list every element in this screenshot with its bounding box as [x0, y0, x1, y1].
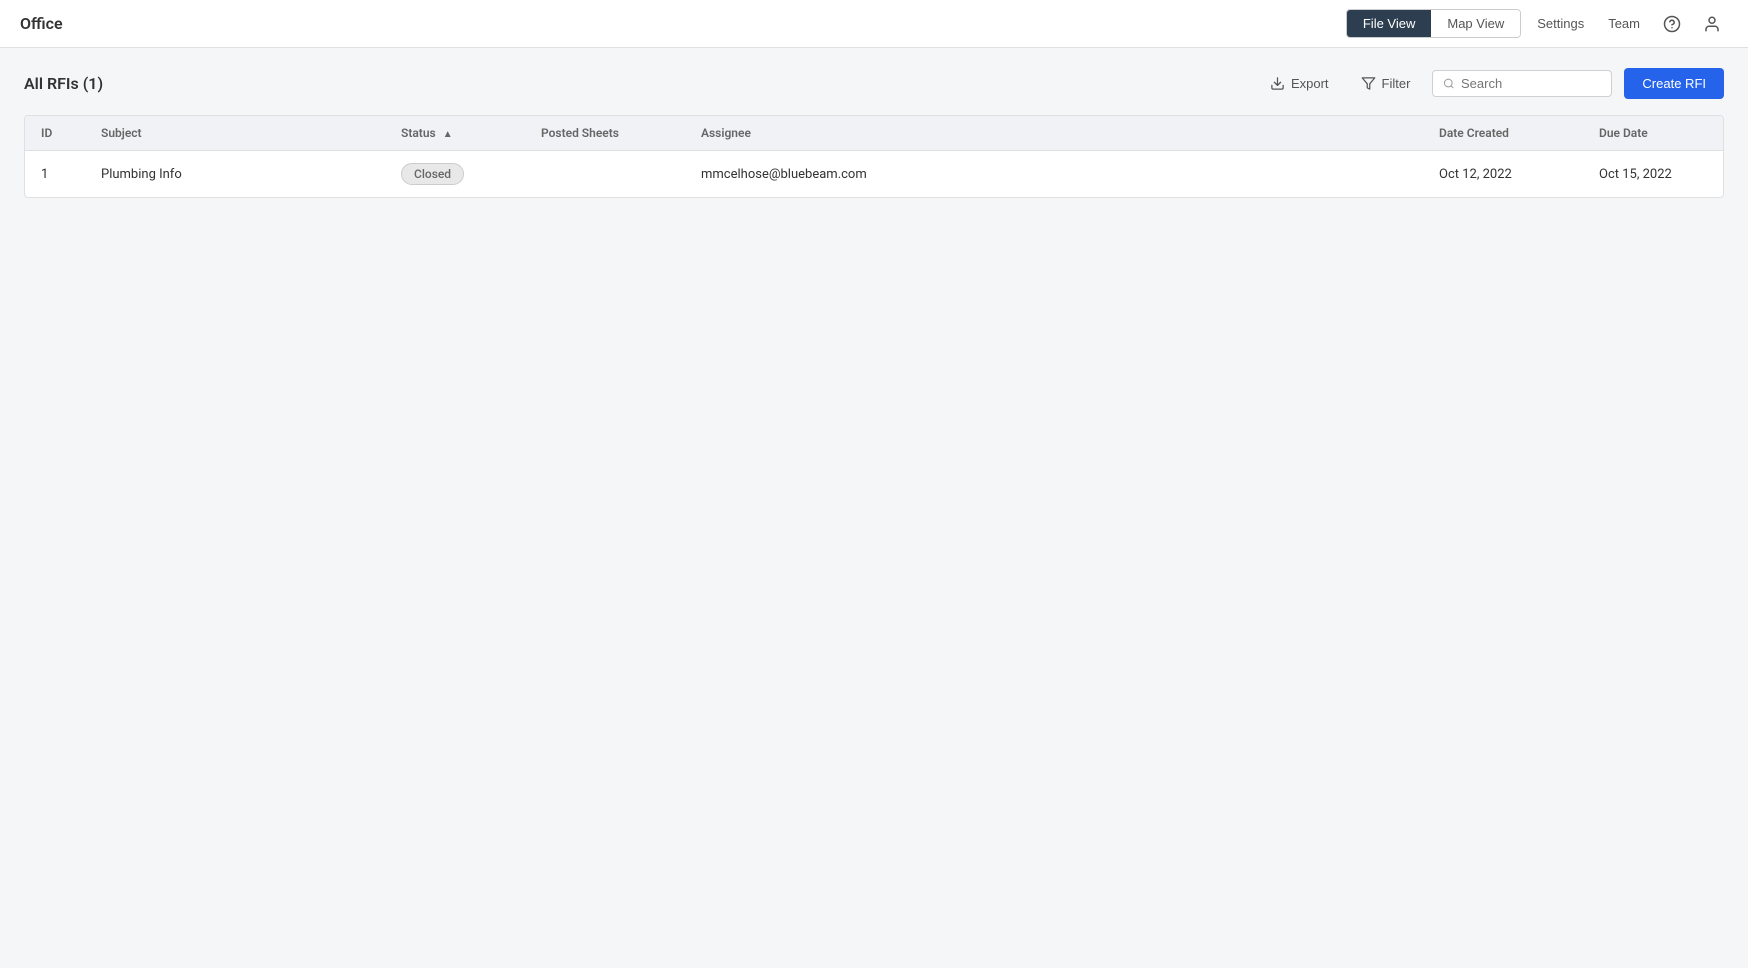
filter-icon	[1361, 76, 1376, 91]
rfi-table: ID Subject Status ▲ Posted Sheets Assign…	[25, 116, 1723, 197]
file-view-button[interactable]: File View	[1347, 10, 1432, 37]
rfi-table-container: ID Subject Status ▲ Posted Sheets Assign…	[24, 115, 1724, 198]
search-input[interactable]	[1461, 76, 1601, 91]
col-header-assignee: Assignee	[685, 116, 1423, 151]
sort-ascending-icon: ▲	[443, 129, 453, 140]
export-label: Export	[1291, 76, 1329, 91]
col-header-posted-sheets: Posted Sheets	[525, 116, 685, 151]
header-row: ID Subject Status ▲ Posted Sheets Assign…	[25, 116, 1723, 151]
nav-right: File View Map View Settings Team	[1346, 8, 1728, 40]
col-header-id: ID	[25, 116, 85, 151]
status-badge: Closed	[401, 163, 464, 185]
view-toggle: File View Map View	[1346, 9, 1521, 38]
export-icon	[1270, 76, 1285, 91]
cell-date-created: Oct 12, 2022	[1423, 151, 1583, 198]
map-view-button[interactable]: Map View	[1431, 10, 1520, 37]
page-header: All RFIs (1) Export Filter	[24, 68, 1724, 99]
filter-label: Filter	[1382, 76, 1411, 91]
col-header-due-date: Due Date	[1583, 116, 1723, 151]
cell-subject: Plumbing Info	[85, 151, 385, 198]
col-header-subject: Subject	[85, 116, 385, 151]
table-body: 1 Plumbing Info Closed mmcelhose@bluebea…	[25, 151, 1723, 198]
col-header-date-created: Date Created	[1423, 116, 1583, 151]
top-nav: Office File View Map View Settings Team	[0, 0, 1748, 48]
help-icon	[1663, 15, 1681, 33]
user-icon-button[interactable]	[1696, 8, 1728, 40]
help-icon-button[interactable]	[1656, 8, 1688, 40]
table-row[interactable]: 1 Plumbing Info Closed mmcelhose@bluebea…	[25, 151, 1723, 198]
search-icon	[1443, 77, 1455, 90]
col-header-status[interactable]: Status ▲	[385, 116, 525, 151]
page-actions: Export Filter Create RFI	[1260, 68, 1724, 99]
team-link[interactable]: Team	[1600, 16, 1648, 31]
search-box	[1432, 70, 1612, 97]
cell-status: Closed	[385, 151, 525, 198]
cell-due-date: Oct 15, 2022	[1583, 151, 1723, 198]
filter-button[interactable]: Filter	[1351, 70, 1421, 97]
table-header: ID Subject Status ▲ Posted Sheets Assign…	[25, 116, 1723, 151]
user-icon	[1703, 15, 1721, 33]
settings-link[interactable]: Settings	[1529, 16, 1592, 31]
page-title: All RFIs (1)	[24, 74, 103, 93]
nav-left: Office	[20, 14, 63, 33]
app-title: Office	[20, 14, 63, 33]
cell-posted-sheets	[525, 151, 685, 198]
cell-assignee: mmcelhose@bluebeam.com	[685, 151, 1423, 198]
main-content: All RFIs (1) Export Filter	[0, 48, 1748, 218]
create-rfi-button[interactable]: Create RFI	[1624, 68, 1724, 99]
export-button[interactable]: Export	[1260, 70, 1339, 97]
cell-id: 1	[25, 151, 85, 198]
